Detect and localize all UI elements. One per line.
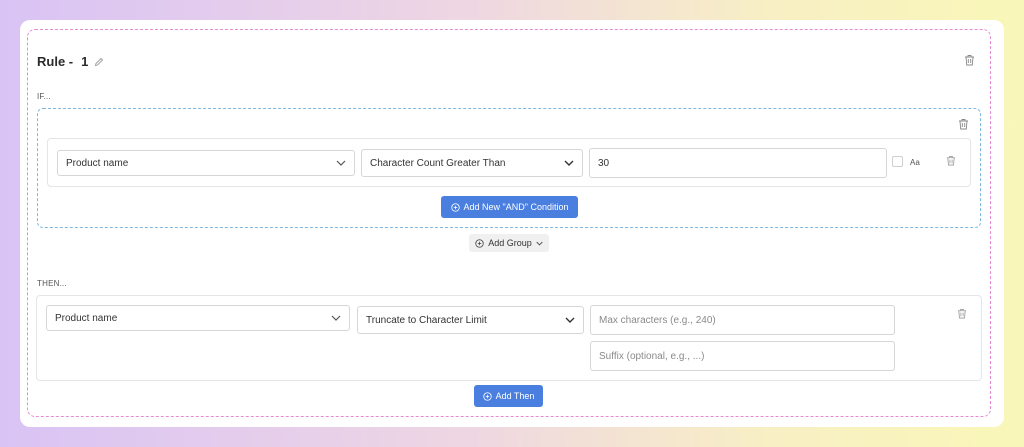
add-then-label: Add Then — [495, 391, 535, 401]
suffix-input[interactable]: Suffix (optional, e.g., ...) — [590, 341, 895, 371]
add-and-condition-label: Add New "AND" Condition — [463, 202, 569, 212]
case-sensitive-checkbox[interactable] — [892, 156, 903, 167]
condition-value-input[interactable]: 30 — [589, 148, 887, 178]
max-characters-placeholder: Max characters (e.g., 240) — [599, 314, 716, 326]
max-characters-input[interactable]: Max characters (e.g., 240) — [590, 305, 895, 335]
chevron-down-icon — [565, 317, 575, 323]
action-field-select[interactable]: Product name — [46, 305, 350, 331]
condition-group: Product name Character Count Greater Tha… — [37, 108, 981, 228]
delete-action-trash-icon[interactable] — [957, 308, 967, 319]
condition-operator-value: Character Count Greater Than — [370, 157, 506, 169]
condition-operator-select[interactable]: Character Count Greater Than — [361, 149, 583, 177]
condition-row: Product name Character Count Greater Tha… — [47, 138, 971, 187]
chevron-down-icon — [336, 160, 346, 166]
then-label: THEN... — [37, 279, 67, 288]
circle-plus-icon — [450, 202, 460, 212]
action-operation-value: Truncate to Character Limit — [366, 314, 487, 326]
rule-card: Rule - 1 IF... Product name Character Co… — [20, 20, 1004, 427]
rule-title: Rule - 1 — [37, 54, 104, 69]
delete-group-trash-icon[interactable] — [958, 118, 969, 130]
add-group-label: Add Group — [488, 238, 532, 248]
rule-title-prefix: Rule - — [37, 54, 74, 69]
delete-rule-trash-icon[interactable] — [964, 54, 975, 66]
condition-field-value: Product name — [66, 157, 129, 169]
condition-field-select[interactable]: Product name — [57, 150, 355, 176]
action-operation-select[interactable]: Truncate to Character Limit — [357, 306, 584, 334]
chevron-down-icon — [536, 241, 543, 246]
action-field-value: Product name — [55, 312, 118, 324]
if-label: IF... — [37, 92, 51, 101]
circle-plus-icon — [475, 238, 484, 248]
condition-value-text: 30 — [598, 157, 610, 169]
circle-plus-icon — [482, 391, 492, 401]
rule-number: 1 — [81, 54, 89, 69]
case-sensitive-label: Aa — [910, 158, 920, 167]
chevron-down-icon — [331, 315, 341, 321]
then-action-row: Product name Truncate to Character Limit… — [36, 295, 982, 381]
delete-condition-trash-icon[interactable] — [946, 155, 956, 166]
add-group-button[interactable]: Add Group — [469, 234, 549, 252]
add-and-condition-button[interactable]: Add New "AND" Condition — [441, 196, 578, 218]
add-then-button[interactable]: Add Then — [474, 385, 543, 407]
rule-container: Rule - 1 IF... Product name Character Co… — [27, 29, 991, 417]
pencil-icon[interactable] — [94, 57, 104, 67]
chevron-down-icon — [564, 160, 574, 166]
suffix-placeholder: Suffix (optional, e.g., ...) — [599, 350, 705, 362]
